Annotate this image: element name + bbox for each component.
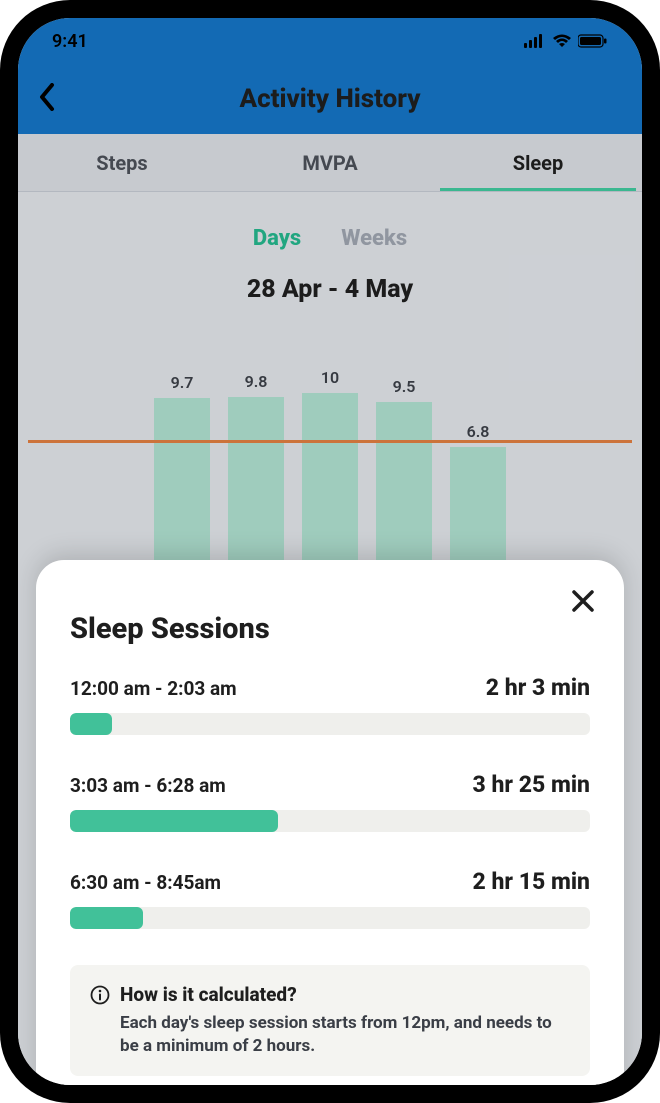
session-progress-fill <box>70 713 112 735</box>
info-heading: How is it calculated? <box>120 983 297 1006</box>
chart-bar[interactable]: 10 <box>302 368 358 560</box>
sleep-sessions-sheet: Sleep Sessions 12:00 am - 2:03 am 2 hr 3 … <box>36 560 624 1085</box>
bar-value-label: 9.5 <box>393 377 416 396</box>
sleep-session: 6:30 am - 8:45am 2 hr 15 min <box>70 868 590 929</box>
bar-fill <box>154 398 210 560</box>
session-progress <box>70 810 590 832</box>
session-progress <box>70 713 590 735</box>
period-toggle: Days Weeks <box>18 192 642 251</box>
info-icon <box>90 985 110 1005</box>
session-header: 3:03 am - 6:28 am 3 hr 25 min <box>70 771 590 798</box>
chart-bar[interactable]: 9.7 <box>154 373 210 560</box>
session-progress-fill <box>70 810 278 832</box>
close-button[interactable] <box>570 588 596 618</box>
bar-fill <box>450 447 506 560</box>
info-body: Each day's sleep session starts from 12p… <box>120 1012 570 1058</box>
session-time: 12:00 am - 2:03 am <box>70 677 237 700</box>
status-indicators <box>524 34 608 48</box>
tab-sleep[interactable]: Sleep <box>434 134 642 191</box>
session-time: 3:03 am - 6:28 am <box>70 774 226 797</box>
app-header: Activity History <box>18 64 642 134</box>
signal-icon <box>524 34 546 48</box>
session-header: 12:00 am - 2:03 am 2 hr 3 min <box>70 674 590 701</box>
bar-value-label: 9.8 <box>245 372 268 391</box>
session-progress <box>70 907 590 929</box>
bar-fill <box>228 397 284 560</box>
status-bar: 9:41 <box>18 18 642 64</box>
page-title: Activity History <box>240 84 421 114</box>
session-progress-fill <box>70 907 143 929</box>
session-header: 6:30 am - 8:45am 2 hr 15 min <box>70 868 590 895</box>
close-icon <box>570 588 596 614</box>
screen: 9:41 Activity History Steps MVPA Sleep D… <box>18 18 642 1085</box>
period-days[interactable]: Days <box>253 226 301 251</box>
bar-fill <box>376 402 432 560</box>
battery-icon <box>578 34 608 48</box>
session-duration: 3 hr 25 min <box>473 771 590 798</box>
sleep-session: 12:00 am - 2:03 am 2 hr 3 min <box>70 674 590 735</box>
session-duration: 2 hr 15 min <box>473 868 590 895</box>
tab-mvpa[interactable]: MVPA <box>226 134 434 191</box>
chevron-left-icon <box>38 83 56 111</box>
back-button[interactable] <box>38 83 56 115</box>
bar-value-label: 10 <box>321 368 339 387</box>
bar-value-label: 6.8 <box>467 422 490 441</box>
sheet-title: Sleep Sessions <box>70 612 590 646</box>
target-line <box>28 440 632 443</box>
sleep-bar-chart: 9.7 9.8 10 9.5 6.8 <box>38 330 622 560</box>
bar-value-label: 9.7 <box>171 373 194 392</box>
device-frame: 9:41 Activity History Steps MVPA Sleep D… <box>0 0 660 1103</box>
chart-bar[interactable]: 9.5 <box>376 377 432 560</box>
session-time: 6:30 am - 8:45am <box>70 871 221 894</box>
session-duration: 2 hr 3 min <box>486 674 590 701</box>
date-range: 28 Apr - 4 May <box>18 275 642 304</box>
period-weeks[interactable]: Weeks <box>341 226 407 251</box>
info-box: How is it calculated? Each day's sleep s… <box>70 965 590 1076</box>
wifi-icon <box>552 34 572 48</box>
bar-fill <box>302 393 358 560</box>
metric-tabs: Steps MVPA Sleep <box>18 134 642 192</box>
chart-bar[interactable]: 9.8 <box>228 372 284 560</box>
tab-steps[interactable]: Steps <box>18 134 226 191</box>
status-time: 9:41 <box>52 31 88 52</box>
sleep-session: 3:03 am - 6:28 am 3 hr 25 min <box>70 771 590 832</box>
